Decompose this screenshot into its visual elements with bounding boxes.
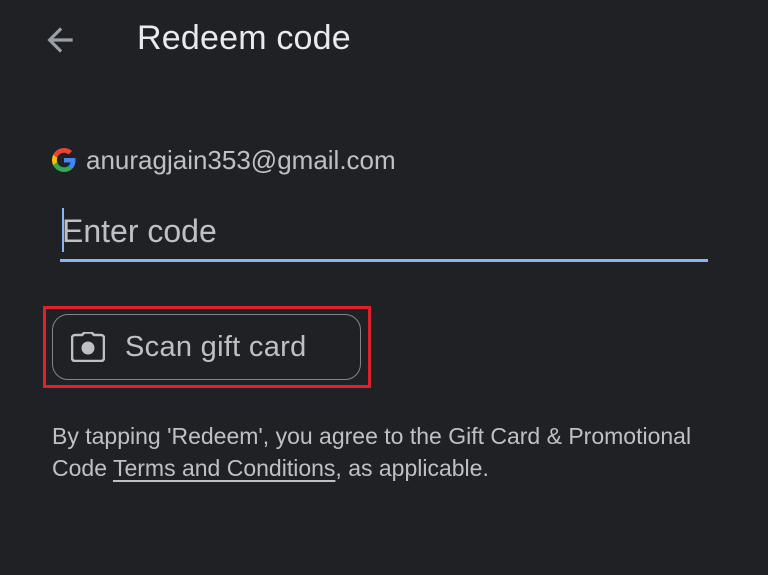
code-field-underline xyxy=(60,259,708,262)
legal-text: By tapping 'Redeem', you agree to the Gi… xyxy=(52,420,692,484)
camera-icon xyxy=(71,332,105,362)
google-g-icon xyxy=(52,148,76,172)
account-email: anuragjain353@gmail.com xyxy=(86,144,396,175)
account-row: anuragjain353@gmail.com xyxy=(52,144,396,176)
page-title: Redeem code xyxy=(137,19,351,57)
code-input[interactable] xyxy=(60,206,708,256)
back-button[interactable] xyxy=(36,20,84,60)
scan-gift-card-button[interactable]: Scan gift card xyxy=(52,314,361,380)
scan-gift-card-label: Scan gift card xyxy=(125,330,307,363)
code-field[interactable] xyxy=(60,200,708,264)
text-caret xyxy=(62,208,64,252)
terms-link[interactable]: Terms and Conditions xyxy=(113,455,335,481)
arrow-back-icon xyxy=(47,27,73,53)
top-app-bar: Redeem code xyxy=(0,0,768,80)
legal-suffix: , as applicable. xyxy=(335,455,489,481)
